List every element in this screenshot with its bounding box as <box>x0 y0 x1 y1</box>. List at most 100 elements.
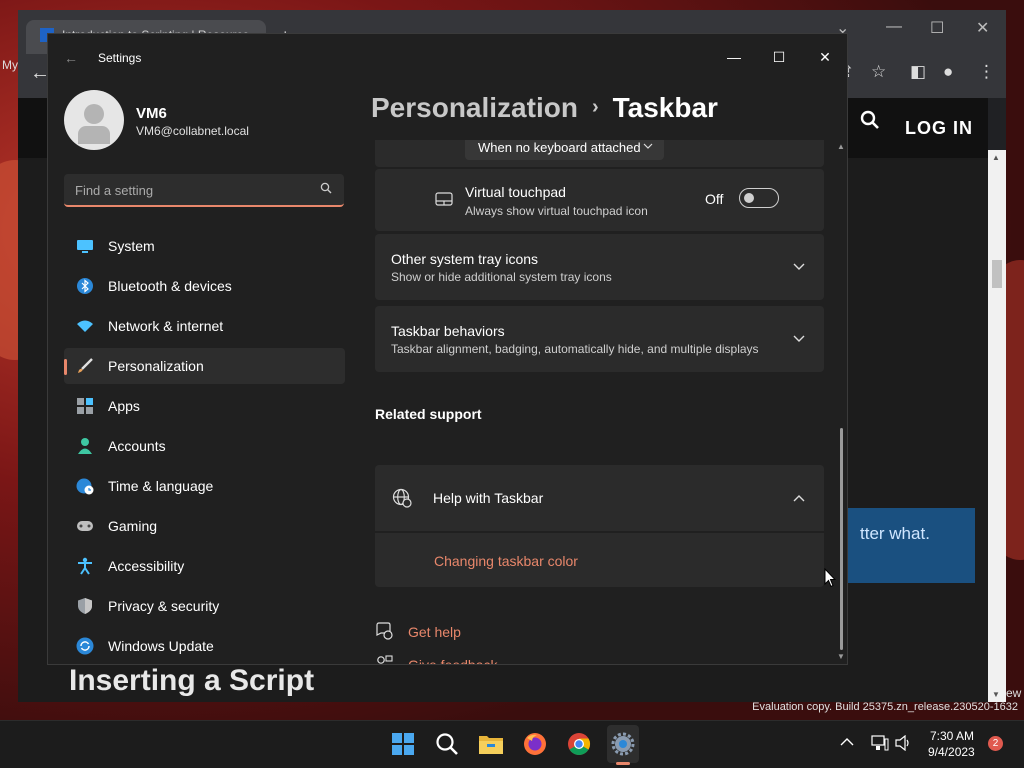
sidebar-item-apps[interactable]: Apps <box>64 388 345 424</box>
article-title: Inserting a Script <box>69 664 315 697</box>
update-icon <box>76 637 94 655</box>
browser-scrollbar-thumb[interactable] <box>992 260 1002 288</box>
bookmark-star-icon[interactable]: ☆ <box>871 62 886 82</box>
clock-date[interactable]: 9/4/2023 <box>928 745 975 759</box>
give-feedback-link[interactable]: Give feedback <box>408 657 498 664</box>
browser-close-button[interactable]: ✕ <box>976 18 989 38</box>
sidebar-item-accounts[interactable]: Accounts <box>64 428 345 464</box>
person-icon <box>76 437 94 455</box>
sidebar-item-gaming[interactable]: Gaming <box>64 508 345 544</box>
sidebar-item-system[interactable]: System <box>64 228 345 264</box>
settings-scrollbar-thumb[interactable] <box>840 428 843 650</box>
tray-overflow-icon[interactable] <box>840 735 854 750</box>
sidebar-item-privacy-security[interactable]: Privacy & security <box>64 588 345 624</box>
avatar[interactable] <box>64 90 124 150</box>
breadcrumb-separator-icon: › <box>591 96 599 118</box>
sidebar-item-label: Apps <box>108 398 140 414</box>
browser-maximize-button[interactable]: ☐ <box>930 18 944 38</box>
system-icon <box>76 237 94 255</box>
user-email: VM6@collabnet.local <box>136 124 249 138</box>
browser-minimize-button[interactable]: — <box>886 18 902 36</box>
breadcrumb: Personalization › Taskbar <box>371 92 718 124</box>
start-icon[interactable] <box>390 731 416 757</box>
active-app-indicator <box>616 762 630 765</box>
changing-taskbar-color-link[interactable]: Changing taskbar color <box>434 553 578 569</box>
wifi-icon <box>76 317 94 335</box>
help-with-taskbar-title: Help with Taskbar <box>433 490 544 506</box>
shield-icon <box>76 597 94 615</box>
other-tray-desc: Show or hide additional system tray icon… <box>391 270 612 284</box>
breadcrumb-parent[interactable]: Personalization <box>371 92 578 123</box>
search-icon[interactable] <box>434 731 460 757</box>
help-expanded-panel: Changing taskbar color <box>375 533 824 587</box>
scroll-down-icon[interactable]: ▼ <box>837 652 845 661</box>
search-placeholder: Find a setting <box>75 183 154 198</box>
volume-icon[interactable] <box>895 734 913 754</box>
sidebar-item-time-language[interactable]: Time & language <box>64 468 345 504</box>
sidebar-item-windows-update[interactable]: Windows Update <box>64 628 345 664</box>
sidebar-item-label: Time & language <box>108 478 214 494</box>
related-support-heading: Related support <box>375 406 482 422</box>
mouse-cursor-icon <box>824 568 836 588</box>
chrome-icon[interactable] <box>566 731 592 757</box>
sidebar-item-accessibility[interactable]: Accessibility <box>64 548 345 584</box>
browser-scrollbar[interactable] <box>988 150 1006 702</box>
other-tray-title: Other system tray icons <box>391 251 539 267</box>
sidebar-item-label: Personalization <box>108 358 204 374</box>
scroll-down-icon[interactable]: ▼ <box>992 690 1000 699</box>
get-help-icon <box>376 622 393 640</box>
settings-content: When no keyboard attached Virtual touchp… <box>375 140 824 664</box>
profile-icon[interactable]: ● <box>943 62 953 82</box>
user-name: VM6 <box>136 105 167 122</box>
gamepad-icon <box>76 517 94 535</box>
sidebar-item-personalization[interactable]: Personalization <box>64 348 345 384</box>
taskbar-behaviors-card[interactable]: Taskbar behaviors Taskbar alignment, bad… <box>375 306 824 372</box>
toggle-state-label: Off <box>705 191 724 207</box>
site-search-icon[interactable] <box>860 110 880 130</box>
touch-keyboard-card: When no keyboard attached <box>375 140 824 167</box>
browser-partial-label: ew <box>1006 686 1022 700</box>
firefox-icon[interactable] <box>522 731 548 757</box>
sidebar-item-bluetooth[interactable]: Bluetooth & devices <box>64 268 345 304</box>
virtual-touchpad-title: Virtual touchpad <box>465 184 566 200</box>
get-help-link[interactable]: Get help <box>408 624 461 640</box>
login-link[interactable]: LOG IN <box>905 118 973 139</box>
help-with-taskbar-card[interactable]: Help with Taskbar <box>375 465 824 531</box>
page-title: Taskbar <box>612 92 718 123</box>
sidebar-item-network[interactable]: Network & internet <box>64 308 345 344</box>
sidebar-item-label: Gaming <box>108 518 158 534</box>
chevron-down-icon <box>793 263 805 270</box>
banner-text: tter what. <box>860 524 930 543</box>
scroll-up-icon[interactable]: ▲ <box>992 153 1000 162</box>
touch-keyboard-dropdown[interactable]: When no keyboard attached <box>465 140 664 160</box>
search-input[interactable]: Find a setting <box>64 174 344 207</box>
sidebar-item-label: Privacy & security <box>108 598 220 614</box>
brush-icon <box>76 357 94 375</box>
browser-menu-icon[interactable]: ⋮ <box>978 62 995 82</box>
evaluation-watermark: Evaluation copy. Build 25375.zn_release.… <box>752 701 1018 713</box>
other-tray-icons-card[interactable]: Other system tray icons Show or hide add… <box>375 234 824 300</box>
network-icon[interactable] <box>871 735 889 754</box>
virtual-touchpad-toggle[interactable] <box>739 188 779 208</box>
desktop-partial-label: My <box>2 58 18 72</box>
sidebar-nav: System Bluetooth & devices Network & int… <box>64 228 345 664</box>
virtual-touchpad-desc: Always show virtual touchpad icon <box>465 204 648 218</box>
file-explorer-icon[interactable] <box>478 731 504 757</box>
maximize-button[interactable]: ☐ <box>756 42 802 72</box>
settings-icon[interactable] <box>610 731 636 757</box>
sidebar-icon[interactable]: ◧ <box>910 62 926 82</box>
chevron-down-icon <box>793 335 805 342</box>
sidebar-item-label: System <box>108 238 155 254</box>
scroll-up-icon[interactable]: ▲ <box>837 142 845 151</box>
minimize-button[interactable]: — <box>711 42 757 72</box>
chevron-up-icon <box>793 495 805 502</box>
close-button[interactable]: ✕ <box>802 42 847 72</box>
taskbar-behaviors-desc: Taskbar alignment, badging, automaticall… <box>391 342 759 356</box>
clock-time[interactable]: 7:30 AM <box>930 729 974 743</box>
apps-icon <box>76 397 94 415</box>
sidebar-item-label: Accounts <box>108 438 166 454</box>
settings-window: ← Settings — ☐ ✕ VM6 VM6@collabnet.local… <box>47 33 848 665</box>
back-arrow-icon[interactable]: ← <box>64 50 78 66</box>
bluetooth-icon <box>76 277 94 295</box>
notification-badge[interactable]: 2 <box>988 736 1003 751</box>
